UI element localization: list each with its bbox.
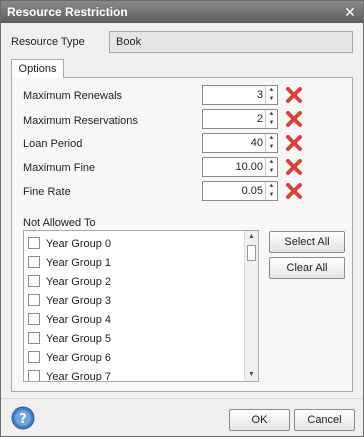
select-all-button[interactable]: Select All [269, 231, 345, 253]
dialog-window: Resource Restriction ✕ Resource Type Boo… [0, 0, 364, 437]
spin-up-icon[interactable]: ▲ [266, 110, 277, 119]
clear-all-button[interactable]: Clear All [269, 257, 345, 279]
cancel-button[interactable]: Cancel [294, 409, 355, 431]
checkbox[interactable] [28, 294, 40, 306]
close-button[interactable]: ✕ [341, 4, 359, 20]
resource-type-label: Resource Type [11, 36, 85, 48]
loan-period-value[interactable]: 40 [251, 134, 263, 152]
scroll-thumb[interactable] [247, 245, 256, 261]
delete-maximum-fine-icon[interactable] [285, 158, 303, 176]
resource-type-field: Book [109, 31, 353, 53]
checkbox[interactable] [28, 237, 40, 249]
help-icon[interactable]: ? [11, 406, 35, 430]
maximum-renewals-value[interactable]: 3 [257, 86, 263, 104]
loan-period-label: Loan Period [23, 138, 83, 150]
checkbox[interactable] [28, 351, 40, 363]
scroll-up-icon[interactable]: ▲ [245, 231, 258, 243]
year-group-list[interactable]: Year Group 0 Year Group 1 Year Group 2 Y… [23, 230, 259, 382]
fine-rate-spinner[interactable]: 0.05 ▲ ▼ [202, 181, 278, 201]
fine-rate-value[interactable]: 0.05 [242, 182, 263, 200]
maximum-reservations-value[interactable]: 2 [257, 110, 263, 128]
spin-down-icon[interactable]: ▼ [266, 119, 277, 128]
checkbox[interactable] [28, 275, 40, 287]
spin-up-icon[interactable]: ▲ [266, 158, 277, 167]
list-item[interactable]: Year Group 3 [28, 294, 111, 312]
delete-renewals-icon[interactable] [285, 86, 303, 104]
list-item[interactable]: Year Group 6 [28, 351, 111, 369]
maximum-renewals-label: Maximum Renewals [23, 90, 123, 102]
spin-down-icon[interactable]: ▼ [266, 167, 277, 176]
delete-fine-rate-icon[interactable] [285, 182, 303, 200]
list-item[interactable]: Year Group 2 [28, 275, 111, 293]
checkbox[interactable] [28, 313, 40, 325]
maximum-fine-label: Maximum Fine [23, 162, 96, 174]
scroll-down-icon[interactable]: ▼ [245, 369, 258, 381]
not-allowed-label: Not Allowed To [23, 217, 96, 229]
svg-text:?: ? [19, 412, 27, 427]
maximum-reservations-spinner[interactable]: 2 ▲ ▼ [202, 109, 278, 129]
spin-up-icon[interactable]: ▲ [266, 86, 277, 95]
checkbox[interactable] [28, 332, 40, 344]
window-title: Resource Restriction [7, 5, 128, 19]
spin-down-icon[interactable]: ▼ [266, 143, 277, 152]
list-item[interactable]: Year Group 0 [28, 237, 111, 255]
delete-reservations-icon[interactable] [285, 110, 303, 128]
tab-options[interactable]: Options [11, 59, 64, 78]
list-item[interactable]: Year Group 7 [28, 370, 111, 381]
maximum-fine-spinner[interactable]: 10.00 ▲ ▼ [202, 157, 278, 177]
spin-up-icon[interactable]: ▲ [266, 182, 277, 191]
spin-down-icon[interactable]: ▼ [266, 191, 277, 200]
maximum-fine-value[interactable]: 10.00 [235, 158, 263, 176]
footer-divider [1, 398, 363, 399]
checkbox[interactable] [28, 370, 40, 381]
title-bar: Resource Restriction ✕ [1, 1, 363, 23]
list-item[interactable]: Year Group 1 [28, 256, 111, 274]
maximum-reservations-label: Maximum Reservations [23, 115, 138, 127]
list-scrollbar[interactable]: ▲ ▼ [244, 231, 258, 381]
list-item[interactable]: Year Group 4 [28, 313, 111, 331]
checkbox[interactable] [28, 256, 40, 268]
spin-down-icon[interactable]: ▼ [266, 95, 277, 104]
list-item[interactable]: Year Group 5 [28, 332, 111, 350]
maximum-renewals-spinner[interactable]: 3 ▲ ▼ [202, 85, 278, 105]
spin-up-icon[interactable]: ▲ [266, 134, 277, 143]
loan-period-spinner[interactable]: 40 ▲ ▼ [202, 133, 278, 153]
fine-rate-label: Fine Rate [23, 186, 71, 198]
delete-loan-period-icon[interactable] [285, 134, 303, 152]
ok-button[interactable]: OK [229, 409, 290, 431]
